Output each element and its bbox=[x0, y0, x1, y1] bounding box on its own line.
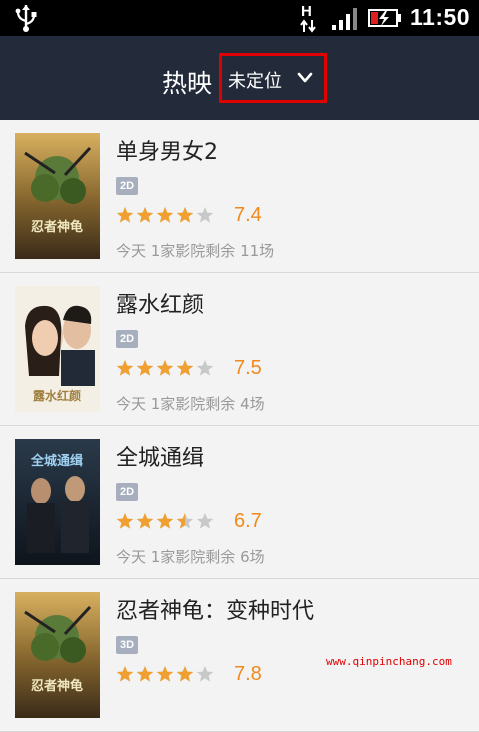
star-filled-icon bbox=[176, 207, 194, 223]
star-filled-icon bbox=[176, 666, 194, 682]
location-label: 未定位 bbox=[228, 71, 282, 92]
star-empty-icon bbox=[196, 207, 214, 223]
star-filled-icon bbox=[156, 207, 174, 223]
movie-title: 露水红颜 bbox=[116, 293, 205, 318]
battery-charging-icon bbox=[368, 9, 401, 27]
movie-row[interactable]: 露水红颜 露水红颜 2D 7.5 今天 1家影院剩余 4场 bbox=[0, 273, 479, 426]
star-filled-icon bbox=[116, 207, 134, 223]
svg-text:全城通缉: 全城通缉 bbox=[30, 453, 83, 469]
signal-icon bbox=[332, 8, 357, 30]
star-filled-icon bbox=[156, 513, 174, 529]
svg-text:露水红颜: 露水红颜 bbox=[33, 388, 81, 403]
movie-list: 忍者神龟 单身男女2 2D 7.4 今天 1家影院剩余 11场 露水红颜 露水红… bbox=[0, 120, 479, 732]
svg-text:忍者神龟: 忍者神龟 bbox=[31, 678, 83, 694]
format-badge: 2D bbox=[116, 177, 138, 195]
movie-poster: 露水红颜 bbox=[15, 286, 100, 412]
rating-score: 7.8 bbox=[234, 663, 262, 685]
usb-icon bbox=[15, 5, 37, 32]
movie-title: 忍者神龟：变种时代 bbox=[116, 599, 315, 624]
movie-title: 全城通缉 bbox=[116, 446, 205, 471]
star-filled-icon bbox=[136, 513, 154, 529]
star-half-icon bbox=[176, 513, 194, 529]
watermark-text: www.qinpinchang.com bbox=[326, 655, 452, 668]
rating-score: 7.4 bbox=[234, 204, 262, 226]
network-h-icon: H bbox=[300, 3, 316, 33]
format-badge: 2D bbox=[116, 483, 138, 501]
movie-poster: 忍者神龟 bbox=[15, 133, 100, 259]
star-filled-icon bbox=[116, 666, 134, 682]
star-filled-icon bbox=[136, 207, 154, 223]
movie-title: 单身男女2 bbox=[116, 140, 218, 165]
star-filled-icon bbox=[156, 360, 174, 376]
star-filled-icon bbox=[136, 666, 154, 682]
movie-poster: 忍者神龟 bbox=[15, 592, 100, 718]
movie-row[interactable]: 忍者神龟 单身男女2 2D 7.4 今天 1家影院剩余 11场 bbox=[0, 120, 479, 273]
star-filled-icon bbox=[116, 513, 134, 529]
svg-text:忍者神龟: 忍者神龟 bbox=[31, 219, 83, 235]
star-filled-icon bbox=[116, 360, 134, 376]
app-header: 热映 未定位 bbox=[0, 36, 479, 120]
movie-poster: 全城通缉 bbox=[15, 439, 100, 565]
star-empty-icon bbox=[196, 666, 214, 682]
chevron-down-icon bbox=[297, 72, 313, 83]
location-selector-button[interactable]: 未定位 bbox=[219, 53, 327, 103]
status-time: 11:50 bbox=[410, 4, 471, 30]
showtimes-text: 今天 1家影院剩余 4场 bbox=[116, 395, 265, 413]
movie-row[interactable]: 全城通缉 全城通缉 2D 6.7 今天 1家影院剩余 6场 bbox=[0, 426, 479, 579]
star-filled-icon bbox=[176, 360, 194, 376]
star-filled-icon bbox=[136, 360, 154, 376]
showtimes-text: 今天 1家影院剩余 6场 bbox=[116, 548, 265, 566]
star-filled-icon bbox=[156, 666, 174, 682]
rating-score: 7.5 bbox=[234, 357, 262, 379]
page-title: 热映 bbox=[162, 69, 213, 98]
star-empty-icon bbox=[196, 513, 214, 529]
status-bar: H 11:50 bbox=[0, 0, 479, 36]
star-empty-icon bbox=[196, 360, 214, 376]
rating-score: 6.7 bbox=[234, 510, 262, 532]
showtimes-text: 今天 1家影院剩余 11场 bbox=[116, 242, 275, 260]
format-badge: 2D bbox=[116, 330, 138, 348]
format-badge: 3D bbox=[116, 636, 138, 654]
svg-text:H: H bbox=[301, 3, 312, 20]
